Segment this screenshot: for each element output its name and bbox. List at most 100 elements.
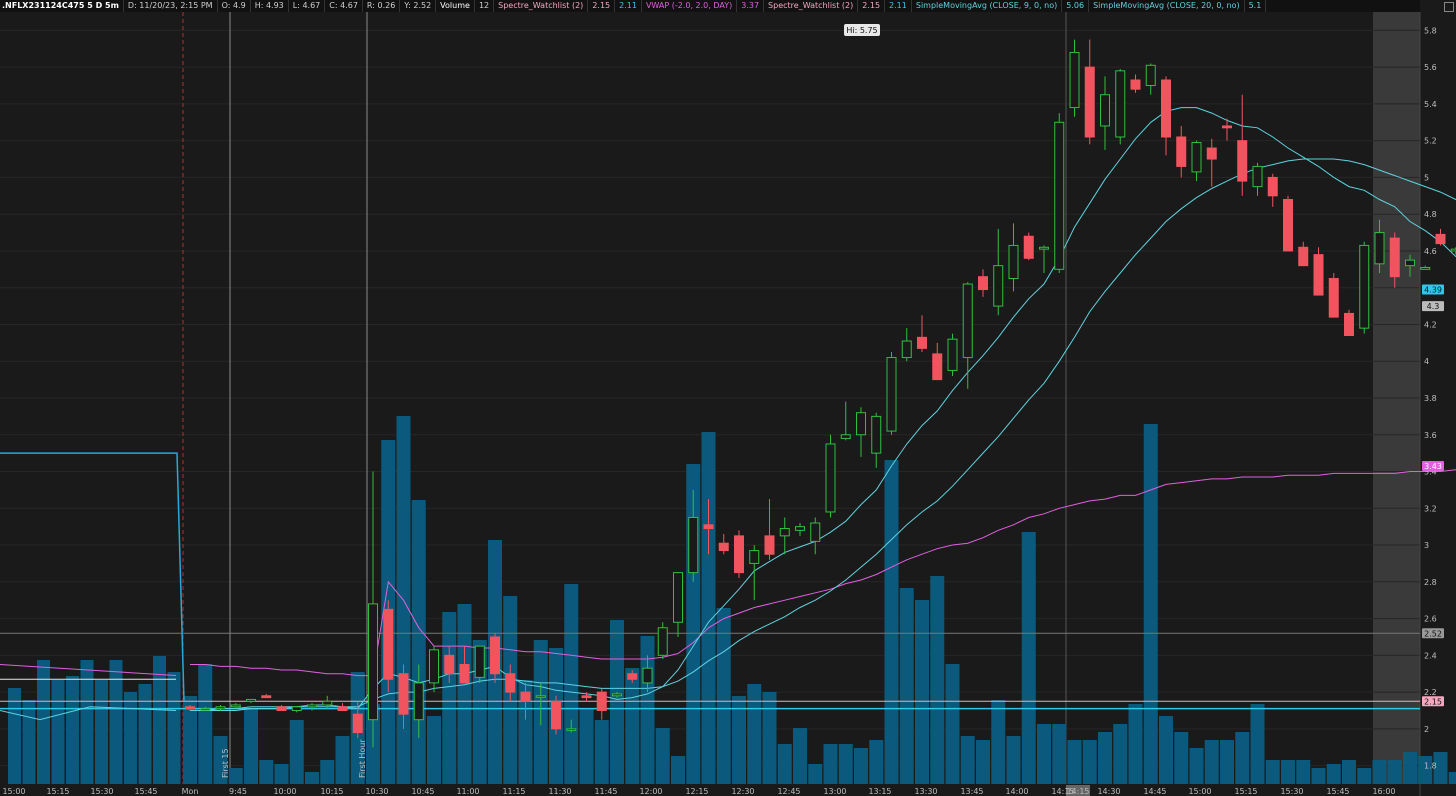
volume-bar xyxy=(655,728,670,784)
volume-bar xyxy=(1281,760,1295,784)
x-tick-label: 12:00 xyxy=(639,787,662,796)
volume-bar xyxy=(37,660,50,784)
price-tag-sma: 4.39 xyxy=(1424,286,1442,295)
candle-up xyxy=(566,728,577,731)
volume-bar xyxy=(1082,740,1097,784)
volume-bar xyxy=(625,668,640,784)
volume-bar xyxy=(1326,764,1341,784)
candle-up xyxy=(993,265,1004,307)
volume-bar xyxy=(198,664,213,784)
candle-up xyxy=(1115,70,1126,138)
volume-bar xyxy=(228,768,243,784)
price-chart[interactable]: First 15 First HourHi: 5.7514:15 1.822.22… xyxy=(0,0,1456,796)
volume-bar xyxy=(1128,704,1143,784)
volume-label[interactable]: Volume xyxy=(436,0,475,12)
volume-bar xyxy=(1311,768,1326,784)
candle-down xyxy=(734,535,744,574)
candle-down xyxy=(1023,235,1034,259)
candle-down xyxy=(718,542,729,552)
volume-bar xyxy=(320,760,335,784)
candle-up xyxy=(1069,51,1080,109)
x-tick-label: 10:30 xyxy=(365,787,388,796)
x-tick-label: 11:15 xyxy=(502,787,525,796)
x-tick-label: 15:30 xyxy=(90,787,113,796)
sma9-value: 5.06 xyxy=(1062,0,1090,12)
candle-up xyxy=(307,704,317,708)
volume-bar xyxy=(1037,724,1051,784)
candle-down xyxy=(1267,176,1278,197)
x-tick-label: 15:45 xyxy=(1326,787,1349,796)
candle-up xyxy=(642,667,653,684)
y-tick-label: 2.6 xyxy=(1424,615,1437,624)
volume-bar xyxy=(1372,760,1387,784)
volume-bar xyxy=(915,600,929,784)
candle-down xyxy=(185,706,195,710)
x-tick-label: 14:15 xyxy=(1051,787,1074,796)
candle-down xyxy=(703,524,714,530)
watchlist1-label[interactable]: Spectre_Watchlist (2) xyxy=(494,0,589,12)
volume-bar xyxy=(991,700,1006,784)
volume-bar xyxy=(869,740,884,784)
volume-bar xyxy=(8,688,21,784)
vwap-label[interactable]: VWAP (-2.0, 2.0, DAY) xyxy=(642,0,738,12)
volume-bar xyxy=(1235,732,1250,784)
sma20-value: 5.1 xyxy=(1245,0,1267,12)
candle-up xyxy=(962,283,973,359)
x-tick-label: 11:45 xyxy=(594,787,617,796)
candle-up xyxy=(230,704,241,708)
candle-up xyxy=(474,645,485,678)
candle-down xyxy=(444,654,455,675)
price-tag-vwap: 3.43 xyxy=(1424,462,1442,471)
volume-bar xyxy=(701,432,716,784)
candle-up xyxy=(1191,142,1202,173)
sma20-label[interactable]: SimpleMovingAvg (CLOSE, 20, 0, no) xyxy=(1089,0,1245,12)
x-tick-label: 15:15 xyxy=(46,787,69,796)
candle-down xyxy=(1328,278,1339,318)
y-tick-label: 4.2 xyxy=(1424,320,1437,329)
candle-down xyxy=(1389,237,1400,278)
candle-up xyxy=(810,522,821,542)
candle-down xyxy=(383,608,394,680)
candle-up xyxy=(673,572,683,623)
volume-bar xyxy=(95,680,108,784)
volume-bar xyxy=(884,460,899,784)
volume-bar xyxy=(274,764,289,784)
candle-down xyxy=(1237,140,1248,182)
vwap-value: 3.37 xyxy=(737,0,765,12)
candle-down xyxy=(505,673,516,693)
y-tick-label: 5.4 xyxy=(1424,100,1437,109)
volume-bar xyxy=(777,744,792,784)
candle-down xyxy=(1222,125,1232,129)
sma9-label[interactable]: SimpleMovingAvg (CLOSE, 9, 0, no) xyxy=(912,0,1063,12)
candle-down xyxy=(276,706,287,711)
watchlist2-label[interactable]: Spectre_Watchlist (2) xyxy=(764,0,859,12)
volume-bar xyxy=(1342,760,1356,784)
expand-icon[interactable] xyxy=(1444,2,1454,12)
volume-bar xyxy=(1204,740,1219,784)
volume-bar xyxy=(1387,760,1402,784)
volume-bar xyxy=(823,744,838,784)
x-tick-label: 12:30 xyxy=(731,787,754,796)
x-tick-label: 11:30 xyxy=(548,787,571,796)
candle-up xyxy=(947,338,958,371)
candle-up xyxy=(612,693,622,697)
candle-up xyxy=(1008,244,1019,280)
y-tick-label: 3.8 xyxy=(1424,394,1437,403)
volume-bar xyxy=(138,684,152,784)
candle-down xyxy=(398,673,409,715)
candle-down xyxy=(917,336,927,349)
volume-bar xyxy=(66,676,79,784)
symbol-label[interactable]: .NFLX231124C475 5 D 5m xyxy=(0,0,124,12)
candle-up xyxy=(856,412,866,436)
volume-bar xyxy=(808,764,823,784)
candle-down xyxy=(1206,147,1217,160)
x-tick-label: 14:00 xyxy=(1005,787,1028,796)
y-tick-label: 2.4 xyxy=(1424,651,1437,660)
volume-bar xyxy=(167,672,181,784)
volume-value: 12 xyxy=(475,0,495,12)
candle-up xyxy=(535,695,546,698)
volume-bar xyxy=(610,620,624,784)
y-tick-label: 4 xyxy=(1424,357,1429,366)
candle-up xyxy=(749,550,760,564)
x-tick-label: 16:00 xyxy=(1372,787,1395,796)
